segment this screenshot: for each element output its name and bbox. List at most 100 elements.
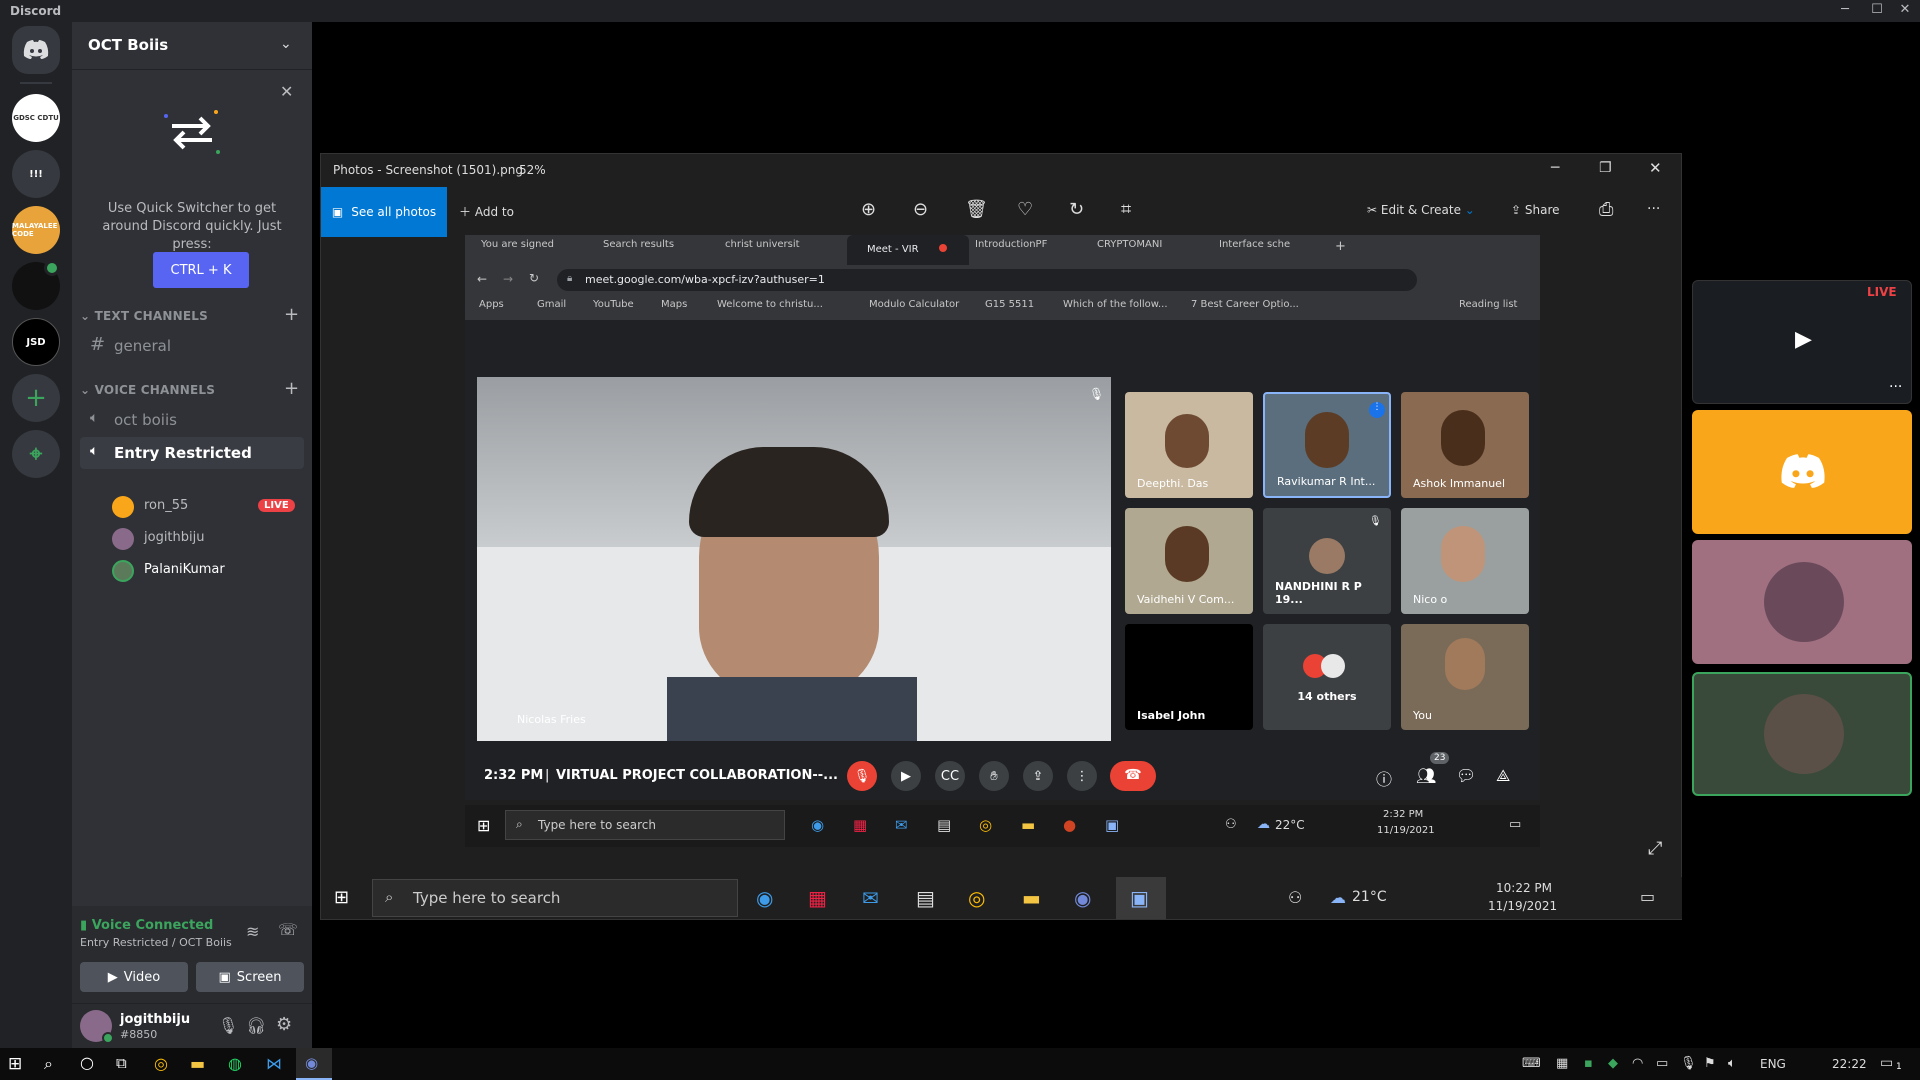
- search-input[interactable]: ⌕ Type here to search: [372, 879, 738, 917]
- stream-preview-live[interactable]: LIVE ▶ ···: [1692, 280, 1912, 404]
- more-icon[interactable]: ···: [1889, 379, 1902, 395]
- microphone-icon[interactable]: 🎙︎: [218, 1016, 238, 1035]
- maximize-button[interactable]: ☐: [1862, 2, 1892, 20]
- edge-icon[interactable]: ◉: [811, 816, 824, 834]
- info-icon[interactable]: ⓘ: [1376, 766, 1392, 790]
- vscode-icon[interactable]: ⋈: [266, 1054, 282, 1073]
- participant-tile[interactable]: Isabel John: [1125, 624, 1253, 730]
- participant-tile[interactable]: 🎙︎ NANDHINI R P 19...: [1263, 508, 1391, 614]
- guild-header[interactable]: OCT Boiis ⌄: [72, 22, 312, 70]
- settings-gear-icon[interactable]: ⚙: [276, 1014, 292, 1035]
- share-button[interactable]: ⇪ Share: [1511, 203, 1560, 217]
- mic-icon[interactable]: 🎙︎: [1680, 1056, 1697, 1071]
- disconnect-icon[interactable]: ☏: [278, 920, 298, 939]
- more-options-button[interactable]: ⋮: [1067, 761, 1097, 791]
- mail-icon[interactable]: ✉: [895, 816, 908, 834]
- tray-icon[interactable]: ◆: [1608, 1056, 1618, 1071]
- active-tab[interactable]: Meet - VIR: [847, 235, 969, 265]
- people-icon[interactable]: 👥︎: [1416, 766, 1436, 785]
- tray-icon[interactable]: ▦: [1556, 1056, 1568, 1071]
- minimize-icon[interactable]: ─: [1551, 160, 1559, 176]
- add-to-button[interactable]: ＋ Add to: [459, 203, 514, 220]
- keyboard-icon[interactable]: ⌨: [1522, 1056, 1541, 1071]
- windows-start-icon[interactable]: ⊞: [8, 1054, 22, 1074]
- restore-icon[interactable]: ❐: [1599, 160, 1612, 176]
- favorite-heart-icon[interactable]: ♡: [1017, 199, 1033, 220]
- participant-tile[interactable]: Deepthi. Das: [1125, 392, 1253, 498]
- captions-button[interactable]: CC: [935, 761, 965, 791]
- close-button[interactable]: ✕: [1890, 2, 1920, 20]
- participant-preview-discord[interactable]: [1692, 410, 1912, 534]
- participant-preview-jogithbiju[interactable]: [1692, 540, 1912, 664]
- windows-start-icon[interactable]: ⊞: [477, 816, 490, 835]
- activities-icon[interactable]: ⟁: [1496, 766, 1510, 786]
- people-icon[interactable]: ⚇: [1225, 817, 1237, 832]
- print-icon[interactable]: ⎙: [1599, 199, 1613, 220]
- browser-tab[interactable]: CRYPTOMANI: [1097, 239, 1215, 263]
- more-button[interactable]: ···: [1647, 201, 1660, 217]
- server-gdsc[interactable]: GDSC CDTU: [12, 94, 60, 142]
- voice-channel-entry-restricted[interactable]: 🔈︎ Entry Restricted: [80, 437, 304, 469]
- main-video-tile[interactable]: Nicolas Fries 🎙︎: [477, 377, 1111, 741]
- voice-user-jogithbiju[interactable]: jogithbiju: [112, 525, 312, 553]
- battery-icon[interactable]: ▭: [1656, 1056, 1668, 1071]
- voice-channels-header[interactable]: ⌄ VOICE CHANNELS: [80, 383, 215, 397]
- notification-icon[interactable]: ▭: [1509, 817, 1521, 832]
- edge-icon[interactable]: ◉: [756, 886, 773, 910]
- noise-suppression-icon[interactable]: ≋: [246, 922, 259, 941]
- browser-tab[interactable]: Interface sche: [1219, 239, 1337, 263]
- home-button[interactable]: [12, 26, 60, 74]
- back-icon[interactable]: ←: [477, 272, 487, 286]
- browser-tab[interactable]: christ universit: [725, 239, 843, 263]
- search-input[interactable]: ⌕ Type here to search: [505, 810, 785, 840]
- windows-start-icon[interactable]: ⊞: [334, 887, 349, 908]
- folder-icon[interactable]: ▬: [1021, 816, 1035, 834]
- mic-off-button[interactable]: 🎙︎: [847, 761, 877, 791]
- photos-icon[interactable]: ▣: [1105, 816, 1119, 834]
- new-tab-button[interactable]: +: [1335, 239, 1346, 254]
- chat-icon[interactable]: 💬︎: [1456, 766, 1476, 785]
- server-jsd[interactable]: JSD: [12, 318, 60, 366]
- bookmark-modulo[interactable]: Modulo Calculator: [869, 299, 959, 310]
- expand-icon[interactable]: ⤢: [1648, 838, 1662, 859]
- add-server-button[interactable]: +: [12, 374, 60, 422]
- headphones-icon[interactable]: 🎧︎: [246, 1016, 266, 1035]
- raise-hand-button[interactable]: ✋︎: [979, 761, 1009, 791]
- store-icon[interactable]: ▤: [937, 816, 951, 834]
- participant-tile[interactable]: Vaidhehi V Com...: [1125, 508, 1253, 614]
- camera-button[interactable]: ▶: [891, 761, 921, 791]
- participant-tile[interactable]: 14 others: [1263, 624, 1391, 730]
- participant-tile[interactable]: You: [1401, 624, 1529, 730]
- photos-taskbar-button[interactable]: ▣: [1116, 877, 1166, 919]
- rotate-icon[interactable]: ↻: [1069, 199, 1084, 220]
- server-exclaim[interactable]: !!!: [12, 150, 60, 198]
- channel-general[interactable]: # general: [80, 330, 304, 362]
- mail-icon[interactable]: ✉: [862, 886, 879, 910]
- language-indicator[interactable]: ENG: [1760, 1057, 1786, 1071]
- present-button[interactable]: ⇪: [1023, 761, 1053, 791]
- chrome-icon[interactable]: ◎: [968, 886, 985, 910]
- task-view-icon[interactable]: ⧉: [116, 1054, 127, 1072]
- gift-icon[interactable]: ▦: [808, 886, 827, 910]
- participant-tile[interactable]: Nico o: [1401, 508, 1529, 614]
- browser-tab[interactable]: You are signed: [481, 239, 599, 263]
- bookmark-which[interactable]: Which of the follow...: [1063, 299, 1168, 310]
- reload-icon[interactable]: ↻: [529, 271, 539, 285]
- folder-icon[interactable]: ▬: [1022, 886, 1041, 910]
- minimize-button[interactable]: ─: [1830, 2, 1860, 20]
- people-icon[interactable]: ⚇: [1288, 888, 1302, 907]
- forward-icon[interactable]: →: [503, 272, 513, 286]
- tray-icon[interactable]: ▪: [1584, 1056, 1593, 1071]
- whatsapp-icon[interactable]: ◍: [228, 1054, 242, 1073]
- network-icon[interactable]: ⚑: [1704, 1056, 1716, 1071]
- powerpoint-icon[interactable]: ●: [1063, 816, 1076, 834]
- voice-user-palanikumar[interactable]: PalaniKumar: [112, 557, 312, 585]
- add-channel-button[interactable]: +: [284, 304, 299, 325]
- discord-taskbar-icon[interactable]: ◉: [1074, 886, 1091, 910]
- url-bar[interactable]: 🔒︎ meet.google.com/wba-xpcf-izv?authuser…: [557, 269, 1417, 291]
- gift-icon[interactable]: ▦: [853, 816, 867, 834]
- bookmark-career[interactable]: 7 Best Career Optio...: [1191, 299, 1299, 310]
- participant-tile[interactable]: ⋮ Ravikumar R Int...: [1263, 392, 1391, 498]
- screen-share-button[interactable]: ▣ Screen: [196, 962, 304, 992]
- see-all-photos-button[interactable]: ▣ See all photos: [321, 187, 447, 237]
